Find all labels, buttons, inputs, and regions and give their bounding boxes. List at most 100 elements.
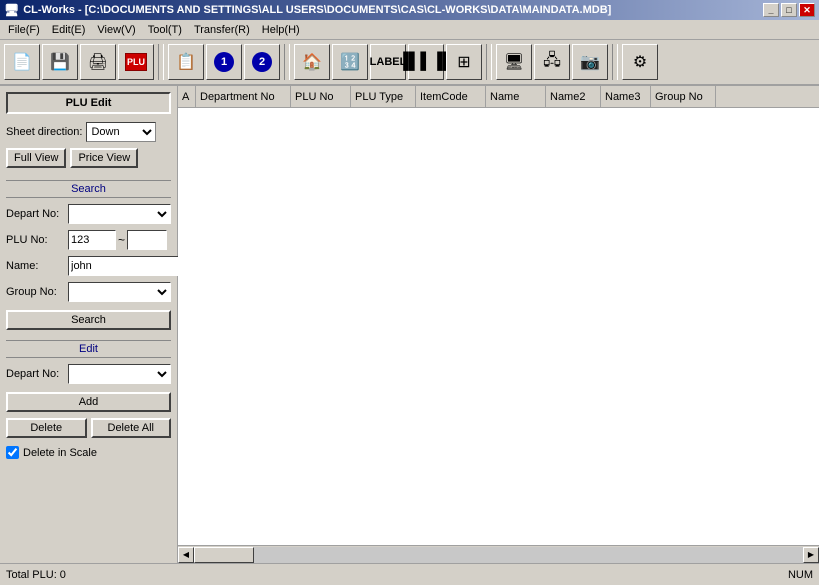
new-button[interactable]: 📄 bbox=[4, 44, 40, 80]
table-header: A Department No PLU No PLU Type ItemCode… bbox=[178, 86, 819, 108]
transfer-icon: 📋 bbox=[169, 45, 203, 79]
close-button[interactable]: ✕ bbox=[799, 3, 815, 17]
title-bar: 🖥 CL-Works - [C:\DOCUMENTS AND SETTINGS\… bbox=[0, 0, 819, 20]
plu-no-label: PLU No: bbox=[6, 234, 64, 246]
num1-button[interactable]: 1 bbox=[206, 44, 242, 80]
col-header-plu: PLU No bbox=[291, 86, 351, 107]
menu-view[interactable]: View(V) bbox=[91, 22, 141, 38]
edit-depart-no-select[interactable] bbox=[68, 364, 171, 384]
sheet-direction-select[interactable]: Down Up Left Right bbox=[86, 122, 156, 142]
barcode-icon: ▐▌▌▐▌ bbox=[409, 45, 443, 79]
table-body bbox=[178, 108, 819, 545]
left-panel: PLU Edit Sheet direction: Down Up Left R… bbox=[0, 86, 178, 563]
settings-icon: ⚙ bbox=[623, 45, 657, 79]
network-button[interactable]: 🖧 bbox=[534, 44, 570, 80]
plu-range-tilde: ~ bbox=[118, 233, 125, 247]
toolbar-sep-1 bbox=[158, 44, 164, 80]
plu-no-to-input[interactable] bbox=[127, 230, 167, 250]
col-header-name: Name bbox=[486, 86, 546, 107]
depart-no-select[interactable] bbox=[68, 204, 171, 224]
total-plu-status: Total PLU: 0 bbox=[6, 569, 66, 581]
edit-depart-no-row: Depart No: bbox=[6, 364, 171, 384]
num2-icon: 2 bbox=[252, 52, 272, 72]
menu-help[interactable]: Help(H) bbox=[256, 22, 306, 38]
status-bar: Total PLU: 0 NUM bbox=[0, 563, 819, 585]
plu-icon: PLU bbox=[125, 53, 147, 71]
group-no-row: Group No: bbox=[6, 282, 171, 302]
menu-file[interactable]: File(F) bbox=[2, 22, 46, 38]
scroll-track[interactable] bbox=[194, 547, 803, 563]
title-bar-left: 🖥 CL-Works - [C:\DOCUMENTS AND SETTINGS\… bbox=[4, 3, 611, 17]
calc-icon: 🔢 bbox=[333, 45, 367, 79]
edit-depart-no-label: Depart No: bbox=[6, 368, 64, 380]
main-layout: PLU Edit Sheet direction: Down Up Left R… bbox=[0, 86, 819, 563]
camera-button[interactable]: 📷 bbox=[572, 44, 608, 80]
delete-all-button[interactable]: Delete All bbox=[91, 418, 172, 438]
barcode-button[interactable]: ▐▌▌▐▌ bbox=[408, 44, 444, 80]
search-button[interactable]: Search bbox=[6, 310, 171, 330]
price-view-button[interactable]: Price View bbox=[70, 148, 138, 168]
grid-button[interactable]: ⊞ bbox=[446, 44, 482, 80]
print-button[interactable]: 🖨 bbox=[80, 44, 116, 80]
plu-button[interactable]: PLU bbox=[118, 44, 154, 80]
col-header-name3: Name3 bbox=[601, 86, 651, 107]
network-icon: 🖧 bbox=[535, 45, 569, 79]
transfer-button[interactable]: 📋 bbox=[168, 44, 204, 80]
num1-icon: 1 bbox=[214, 52, 234, 72]
home-icon: 🏠 bbox=[295, 45, 329, 79]
grid-icon: ⊞ bbox=[447, 45, 481, 79]
panel-title: PLU Edit bbox=[6, 92, 171, 114]
monitor-button[interactable]: 🖥 bbox=[496, 44, 532, 80]
add-button[interactable]: Add bbox=[6, 392, 171, 412]
menu-transfer[interactable]: Transfer(R) bbox=[188, 22, 256, 38]
toolbar-sep-4 bbox=[612, 44, 618, 80]
name-label: Name: bbox=[6, 260, 64, 272]
save-button[interactable]: 💾 bbox=[42, 44, 78, 80]
menu-edit[interactable]: Edit(E) bbox=[46, 22, 92, 38]
camera-icon: 📷 bbox=[573, 45, 607, 79]
scroll-left-button[interactable]: ◀ bbox=[178, 547, 194, 563]
depart-no-label: Depart No: bbox=[6, 208, 64, 220]
col-header-item: ItemCode bbox=[416, 86, 486, 107]
delete-in-scale-label: Delete in Scale bbox=[23, 447, 97, 459]
monitor-icon: 🖥 bbox=[497, 45, 531, 79]
group-no-label: Group No: bbox=[6, 286, 64, 298]
plu-no-from-input[interactable] bbox=[68, 230, 116, 250]
home-button[interactable]: 🏠 bbox=[294, 44, 330, 80]
settings-button[interactable]: ⚙ bbox=[622, 44, 658, 80]
title-bar-controls: _ □ ✕ bbox=[763, 3, 815, 17]
calc-button[interactable]: 🔢 bbox=[332, 44, 368, 80]
menu-bar: File(F) Edit(E) View(V) Tool(T) Transfer… bbox=[0, 20, 819, 40]
app-icon: 🖥 bbox=[4, 3, 19, 17]
window-title: CL-Works - [C:\DOCUMENTS AND SETTINGS\AL… bbox=[23, 4, 611, 16]
horizontal-scrollbar[interactable]: ◀ ▶ bbox=[178, 545, 819, 563]
depart-no-row: Depart No: bbox=[6, 204, 171, 224]
sheet-direction-label: Sheet direction: bbox=[6, 126, 82, 138]
minimize-button[interactable]: _ bbox=[763, 3, 779, 17]
menu-tool[interactable]: Tool(T) bbox=[142, 22, 188, 38]
toolbar-sep-2 bbox=[284, 44, 290, 80]
scroll-right-button[interactable]: ▶ bbox=[803, 547, 819, 563]
delete-button[interactable]: Delete bbox=[6, 418, 87, 438]
view-buttons: Full View Price View bbox=[6, 148, 171, 168]
delete-in-scale-row: Delete in Scale bbox=[6, 446, 171, 459]
new-icon: 📄 bbox=[5, 45, 39, 79]
group-no-select[interactable] bbox=[68, 282, 171, 302]
toolbar: 📄 💾 🖨 PLU 📋 1 2 🏠 🔢 LABEL ▐▌▌▐▌ ⊞ 🖥 🖧 📷 bbox=[0, 40, 819, 86]
num-status: NUM bbox=[788, 569, 813, 581]
col-header-a: A bbox=[178, 86, 196, 107]
save-icon: 💾 bbox=[43, 45, 77, 79]
name-row: Name: bbox=[6, 256, 171, 276]
scroll-thumb[interactable] bbox=[194, 547, 254, 563]
print-icon: 🖨 bbox=[81, 45, 115, 79]
right-panel: A Department No PLU No PLU Type ItemCode… bbox=[178, 86, 819, 563]
plu-range: ~ bbox=[68, 230, 167, 250]
delete-in-scale-checkbox[interactable] bbox=[6, 446, 19, 459]
col-header-group: Group No bbox=[651, 86, 716, 107]
col-header-name2: Name2 bbox=[546, 86, 601, 107]
edit-section-label: Edit bbox=[6, 340, 171, 358]
full-view-button[interactable]: Full View bbox=[6, 148, 66, 168]
maximize-button[interactable]: □ bbox=[781, 3, 797, 17]
num2-button[interactable]: 2 bbox=[244, 44, 280, 80]
col-header-type: PLU Type bbox=[351, 86, 416, 107]
